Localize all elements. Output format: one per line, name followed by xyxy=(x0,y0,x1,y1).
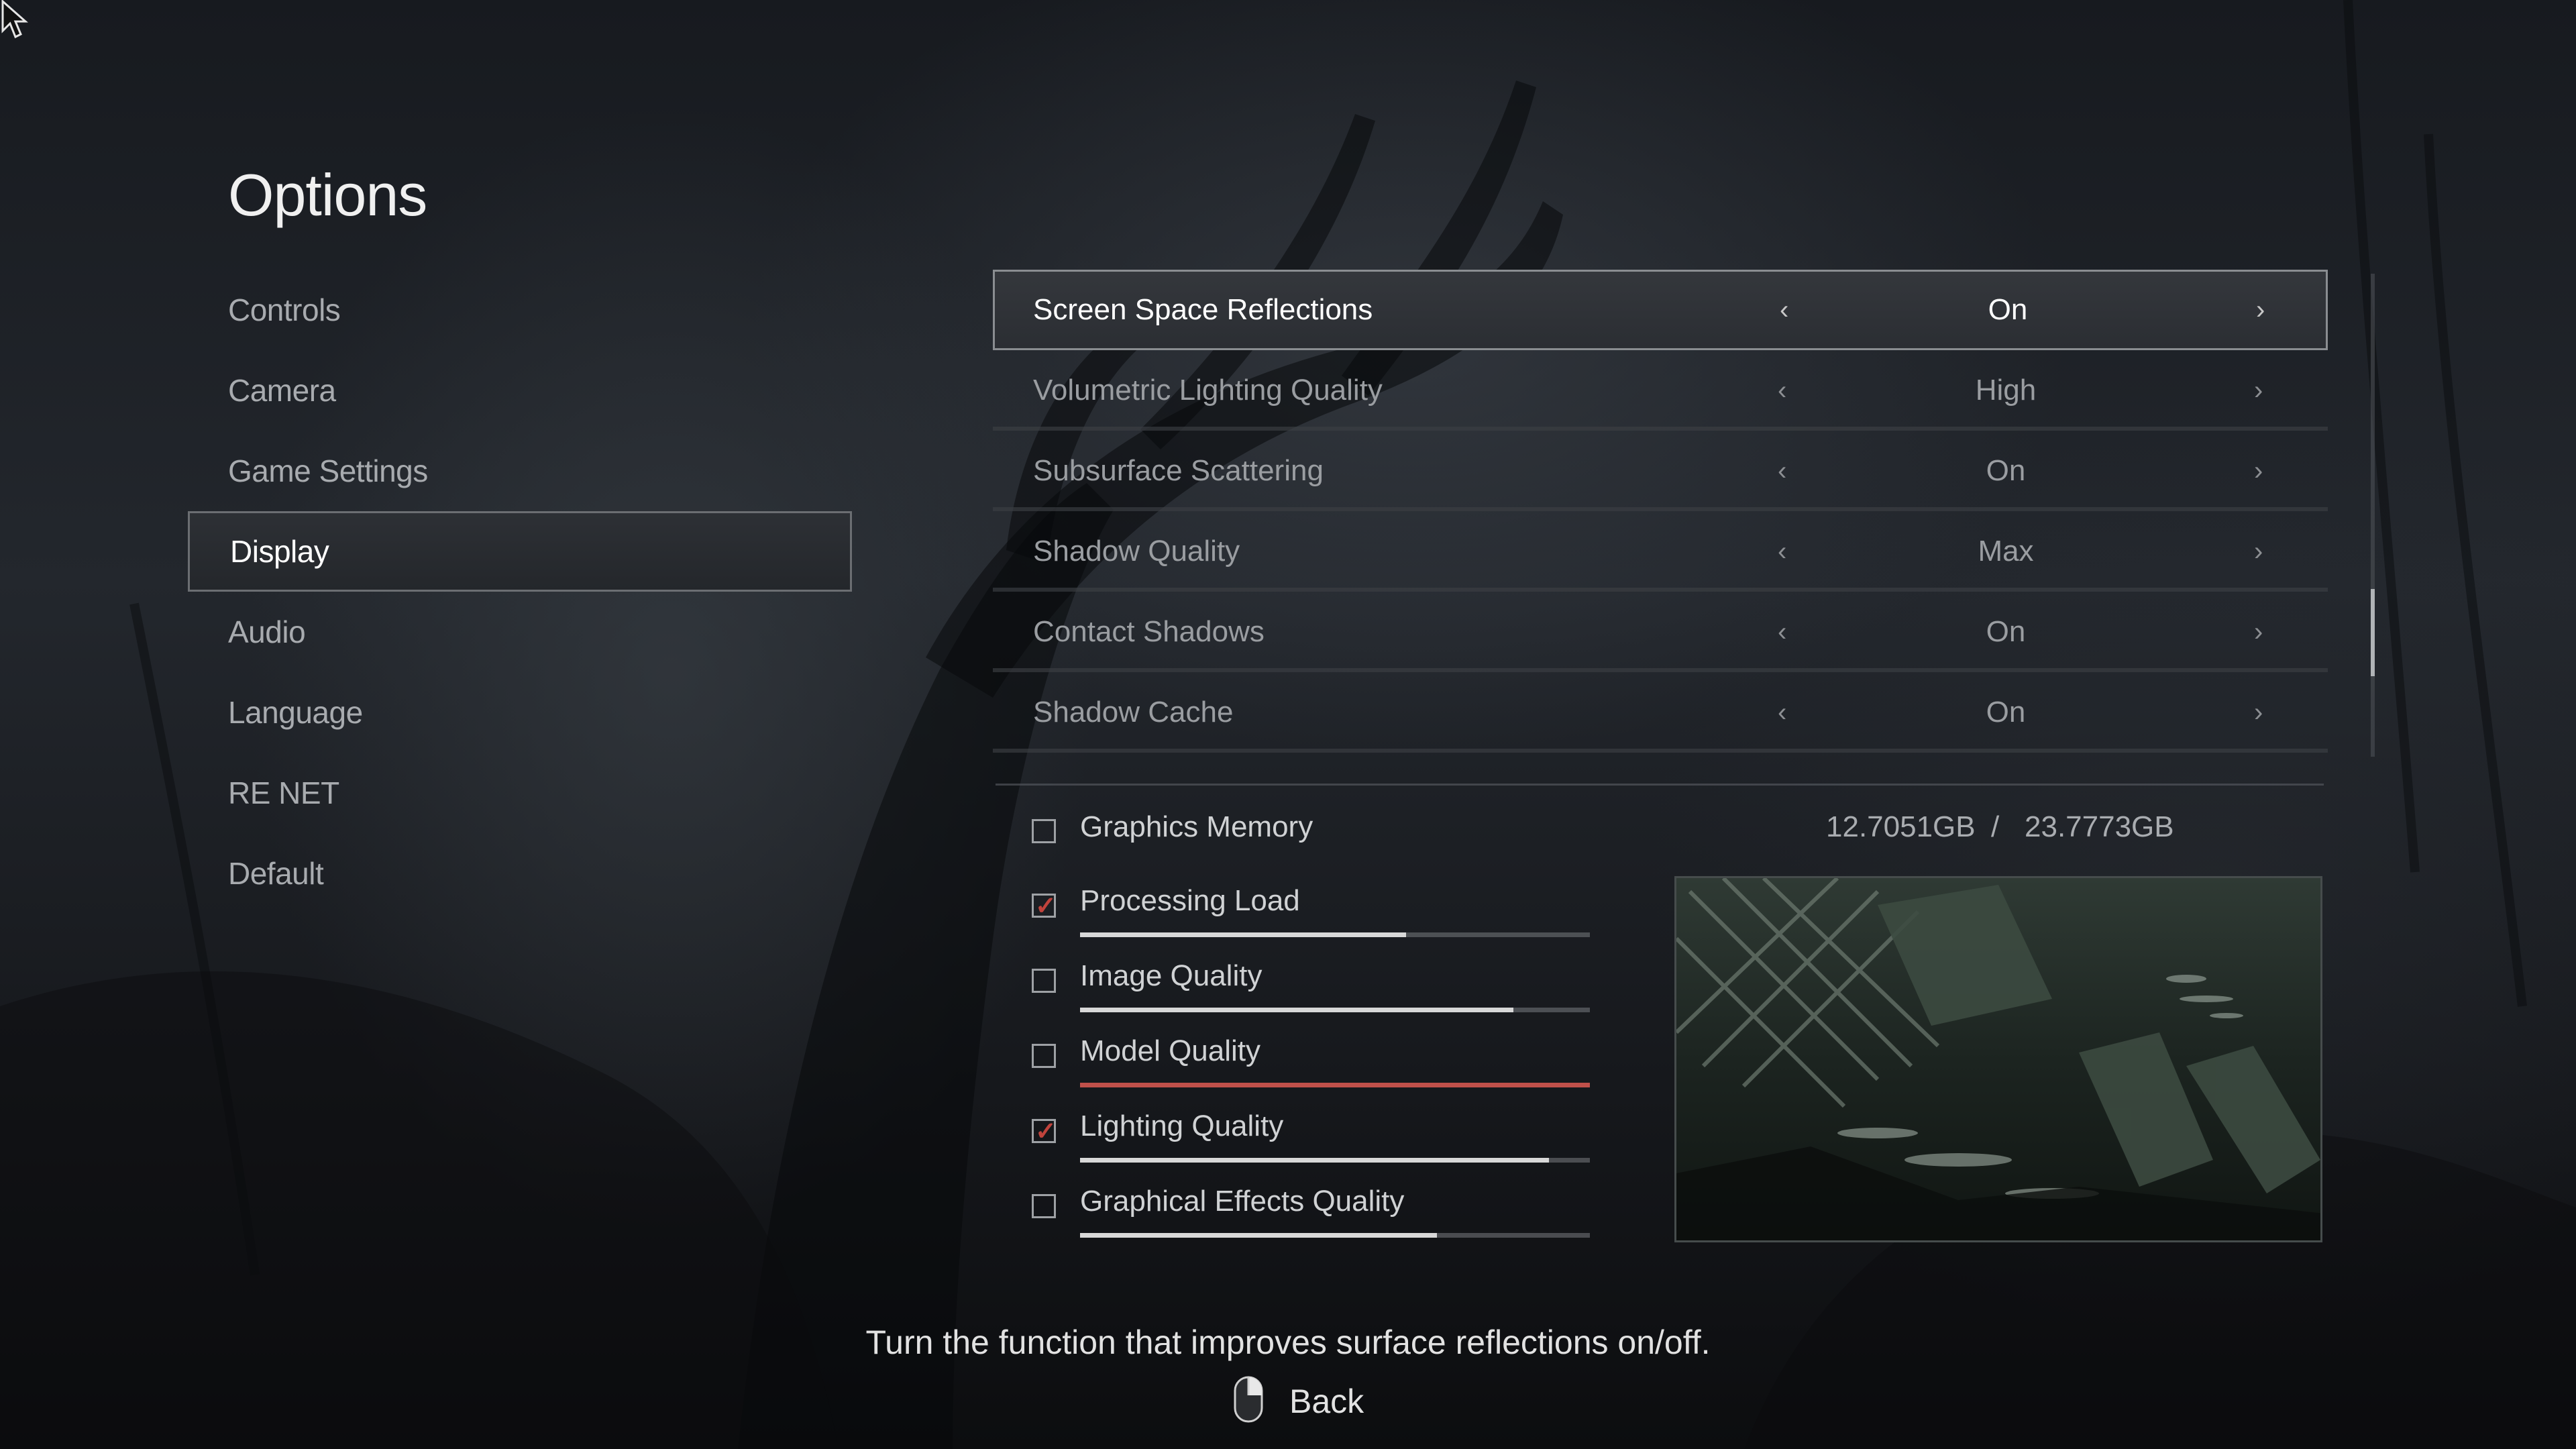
image-quality-meter-fill xyxy=(1080,1008,1513,1012)
menu-item-camera[interactable]: Camera xyxy=(188,350,852,431)
processing-load-meter-fill xyxy=(1080,932,1407,937)
arrow-left-icon[interactable]: ‹ xyxy=(1778,350,1786,431)
setting-value: On xyxy=(1986,615,2026,648)
setting-row-shadow-cache[interactable]: Shadow Cache ‹ On › xyxy=(993,672,2328,753)
page-title: Options xyxy=(228,162,427,228)
checkmark-icon: ✓ xyxy=(1035,892,1057,920)
image-quality-label: Image Quality xyxy=(1080,959,1263,992)
arrow-left-icon[interactable]: ‹ xyxy=(1780,272,1788,348)
lighting-quality-meter xyxy=(1080,1158,1590,1163)
setting-label: Subsurface Scattering xyxy=(1033,454,1324,487)
graphical-effects-quality-label: Graphical Effects Quality xyxy=(1080,1185,1405,1218)
graphical-effects-quality-meter-fill xyxy=(1080,1233,1437,1238)
processing-load-meter xyxy=(1080,932,1590,937)
menu-item-language[interactable]: Language xyxy=(188,672,852,753)
model-quality-checkbox[interactable] xyxy=(1032,1044,1056,1068)
scrollbar-thumb[interactable] xyxy=(2371,589,2375,676)
menu-item-game-settings[interactable]: Game Settings xyxy=(188,431,852,511)
setting-row-screen-space-reflections[interactable]: Screen Space Reflections ‹ On › xyxy=(993,270,2328,350)
setting-label: Contact Shadows xyxy=(1033,615,1265,648)
setting-row-volumetric-lighting-quality[interactable]: Volumetric Lighting Quality ‹ High › xyxy=(993,350,2328,431)
setting-row-shadow-quality[interactable]: Shadow Quality ‹ Max › xyxy=(993,511,2328,592)
menu-item-re-net[interactable]: RE NET xyxy=(188,753,852,833)
section-divider xyxy=(996,784,2324,786)
graphics-preview-image xyxy=(1674,876,2322,1242)
graphical-effects-quality-meter xyxy=(1080,1233,1590,1238)
arrow-right-icon[interactable]: › xyxy=(2254,511,2263,592)
setting-label: Shadow Quality xyxy=(1033,535,1240,568)
menu-item-controls[interactable]: Controls xyxy=(188,270,852,350)
graphics-memory-separator: / xyxy=(1991,810,2000,843)
setting-label: Shadow Cache xyxy=(1033,696,1234,729)
lighting-quality-label: Lighting Quality xyxy=(1080,1110,1284,1142)
mouse-icon xyxy=(1234,1376,1263,1423)
menu-item-default[interactable]: Default xyxy=(188,833,852,914)
options-menu: Controls Camera Game Settings Display Au… xyxy=(188,270,852,914)
lighting-quality-meter-fill xyxy=(1080,1158,1550,1163)
image-quality-meter xyxy=(1080,1008,1590,1012)
graphics-memory-total: 23.7773GB xyxy=(2025,810,2174,843)
display-settings-list: Screen Space Reflections ‹ On › Volumetr… xyxy=(993,270,2328,753)
arrow-right-icon[interactable]: › xyxy=(2256,272,2265,348)
arrow-right-icon[interactable]: › xyxy=(2254,672,2263,753)
setting-value: On xyxy=(1988,293,2028,326)
arrow-right-icon[interactable]: › xyxy=(2254,350,2263,431)
model-quality-meter-fill xyxy=(1080,1083,1590,1087)
setting-label: Screen Space Reflections xyxy=(1033,293,1373,326)
setting-label: Volumetric Lighting Quality xyxy=(1033,374,1383,407)
arrow-left-icon[interactable]: ‹ xyxy=(1778,511,1786,592)
graphics-memory-used: 12.7051GB xyxy=(1826,810,1976,843)
setting-value: High xyxy=(1975,374,2037,407)
setting-value: Max xyxy=(1978,535,2034,568)
graphics-memory-checkbox[interactable] xyxy=(1032,819,1056,843)
back-label: Back xyxy=(1289,1383,1364,1420)
setting-row-contact-shadows[interactable]: Contact Shadows ‹ On › xyxy=(993,592,2328,672)
image-quality-checkbox[interactable] xyxy=(1032,969,1056,993)
settings-scrollbar[interactable] xyxy=(2371,274,2375,757)
arrow-right-icon[interactable]: › xyxy=(2254,592,2263,672)
arrow-left-icon[interactable]: ‹ xyxy=(1778,672,1786,753)
processing-load-checkbox[interactable]: ✓ xyxy=(1032,892,1057,920)
graphical-effects-quality-checkbox[interactable] xyxy=(1032,1194,1056,1218)
arrow-right-icon[interactable]: › xyxy=(2254,431,2263,511)
lighting-quality-checkbox[interactable]: ✓ xyxy=(1032,1118,1057,1146)
setting-description: Turn the function that improves surface … xyxy=(865,1324,1711,1361)
checkmark-icon: ✓ xyxy=(1035,1118,1057,1146)
arrow-left-icon[interactable]: ‹ xyxy=(1778,592,1786,672)
setting-row-subsurface-scattering[interactable]: Subsurface Scattering ‹ On › xyxy=(993,431,2328,511)
model-quality-meter xyxy=(1080,1083,1590,1087)
graphics-memory-label: Graphics Memory xyxy=(1080,810,1313,843)
processing-load-label: Processing Load xyxy=(1080,884,1300,917)
mouse-pointer-icon xyxy=(1,0,28,39)
model-quality-label: Model Quality xyxy=(1080,1034,1261,1067)
menu-item-display[interactable]: Display xyxy=(188,511,852,592)
arrow-left-icon[interactable]: ‹ xyxy=(1778,431,1786,511)
setting-value: On xyxy=(1986,454,2026,487)
setting-value: On xyxy=(1986,696,2026,729)
menu-item-audio[interactable]: Audio xyxy=(188,592,852,672)
